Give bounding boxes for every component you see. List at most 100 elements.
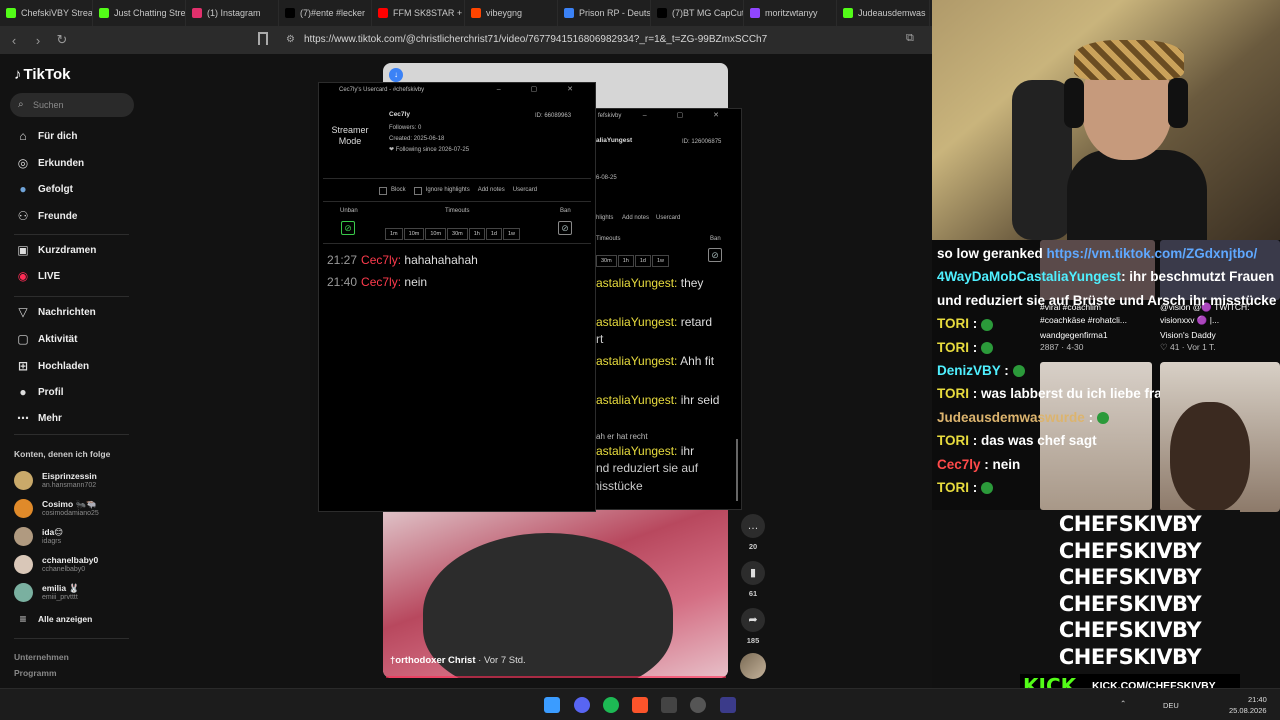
timeout-1d-button[interactable]: 1d: [485, 228, 502, 240]
spotify-icon[interactable]: [603, 697, 619, 713]
usercard-window[interactable]: Cec7ly's Usercard - #chefskivby – ▢ ✕ St…: [318, 82, 596, 512]
followed-account[interactable]: Cosimo 🐜🐃 cosimodamiano25: [14, 497, 99, 519]
followed-account[interactable]: ida😊 idagrs: [14, 525, 63, 547]
unban-icon[interactable]: ⊘: [341, 221, 355, 235]
followed-account[interactable]: emilia 🐰 emiii_prvtttt: [14, 581, 79, 603]
usercard-button[interactable]: Usercard: [656, 213, 680, 224]
brave-icon[interactable]: [632, 697, 648, 713]
app-icon[interactable]: [720, 697, 736, 713]
browser-tab[interactable]: ChefskiVBY Strea: [0, 0, 93, 26]
scrollbar[interactable]: [736, 439, 738, 501]
browser-tab[interactable]: vibeygng: [465, 0, 558, 26]
video-author[interactable]: †orthodoxer Christ · Vor 7 Std.: [390, 655, 526, 666]
message-time: 21:27: [327, 253, 358, 267]
message-text: hahahahahah: [404, 253, 478, 267]
chat-message: astaliaYungest: ihr nd reduziert sie auf: [596, 443, 698, 477]
footer-link[interactable]: Programm: [14, 668, 57, 678]
ignore-highlights-checkbox[interactable]: [413, 186, 422, 195]
nav-item-4[interactable]: ▣ Kurzdramen: [14, 240, 96, 260]
window-controls[interactable]: – ▢ ✕: [643, 109, 733, 123]
bookmark-icon[interactable]: [258, 32, 268, 45]
ban-icon[interactable]: ⊘: [558, 221, 572, 235]
forward-icon[interactable]: ›: [28, 33, 48, 48]
share-button[interactable]: ➦ 185: [739, 608, 767, 645]
avatar: [14, 498, 33, 518]
nav-item-label: Aktivität: [38, 333, 78, 345]
translate-icon[interactable]: ⧉: [906, 32, 914, 45]
followed-account[interactable]: cchanelbaby0 cchanelbaby0: [14, 553, 98, 575]
timeout-10m-button[interactable]: 10m: [403, 228, 425, 240]
timeout-1w-button[interactable]: 1w: [503, 228, 521, 240]
message-user: astaliaYungest:: [596, 315, 678, 329]
obs-icon[interactable]: [690, 697, 706, 713]
add-notes-button[interactable]: Add notes: [622, 213, 649, 224]
nav-item-1[interactable]: ◎ Erkunden: [14, 153, 84, 173]
overlay-chat-text: : ihr beschmutzt Frauen: [1121, 269, 1275, 285]
timeout-30m-button[interactable]: 30m: [596, 255, 617, 267]
browser-tab[interactable]: FFM SK8STAR +: [372, 0, 465, 26]
video-progress-bar[interactable]: [386, 676, 726, 678]
tab-favicon-icon: [657, 8, 667, 18]
block-checkbox[interactable]: [379, 186, 387, 195]
tray-chevron-icon[interactable]: ⌃: [1120, 699, 1126, 708]
browser-tab[interactable]: Just Chatting Stre: [93, 0, 186, 26]
promo-text: CHEFSKIVBY: [1058, 538, 1202, 563]
site-info-icon[interactable]: ⚙: [286, 30, 295, 50]
comment-button[interactable]: … 20: [739, 514, 767, 551]
overlay-chat-link[interactable]: https://vm.tiktok.com/ZGdxnjtbo/: [1047, 246, 1258, 261]
thumbnail-caption: wandgegenfirma1: [1040, 330, 1108, 340]
nav-item-0[interactable]: ⌂ Für dich: [14, 126, 77, 146]
sound-avatar[interactable]: [740, 653, 766, 679]
promo-text: CHEFSKIVBY: [1058, 591, 1202, 616]
timeout-1d-button[interactable]: 1d: [634, 255, 651, 267]
search-input[interactable]: ⌕ Suchen: [10, 93, 134, 117]
timeout-30m-button[interactable]: 30m: [447, 228, 468, 240]
nav-item-7[interactable]: ▢ Aktivität: [14, 329, 77, 349]
tab-favicon-icon: [285, 8, 295, 18]
nav-item-2[interactable]: ● Gefolgt: [14, 179, 73, 199]
ignore-highlights-label[interactable]: hlights: [596, 213, 613, 224]
browser-tab[interactable]: moritzwtanyy: [744, 0, 837, 26]
timeout-1h-button[interactable]: 1h: [468, 228, 485, 240]
clock-time[interactable]: 21:40: [1248, 695, 1267, 704]
chatterino-icon[interactable]: [661, 697, 677, 713]
reload-icon[interactable]: ↻: [52, 32, 72, 48]
overlay-chat-line: und reduziert sie auf Brüste und Arsch i…: [937, 293, 1276, 308]
nav-item-8[interactable]: ⊞ Hochladen: [14, 356, 89, 376]
timeout-1m-button[interactable]: 1m: [385, 228, 403, 240]
nav-item-5[interactable]: ◉ LIVE: [14, 266, 60, 286]
browser-tab[interactable]: (7)BT MG CapCut: [651, 0, 744, 26]
browser-tab[interactable]: (7)#ente #lecker: [279, 0, 372, 26]
account-name: cchanelbaby0: [42, 554, 99, 565]
language-indicator[interactable]: DEU: [1163, 701, 1179, 710]
followed-account[interactable]: Eisprinzessin an.hansmann702: [14, 469, 97, 491]
nav-item-3[interactable]: ⚇ Freunde: [14, 206, 78, 226]
save-button[interactable]: ▮ 61: [739, 561, 767, 598]
nav-item-9[interactable]: ● Profil: [14, 382, 63, 402]
window-controls[interactable]: – ▢ ✕: [497, 83, 587, 97]
clock-date[interactable]: 25.08.2026: [1229, 706, 1267, 715]
see-all-link[interactable]: ≡ Alle anzeigen: [14, 609, 92, 629]
messages-icon: ▽: [18, 305, 28, 319]
windows-start-icon[interactable]: [544, 697, 560, 713]
footer-link[interactable]: Unternehmen: [14, 652, 69, 662]
thumbnail-caption: ♡ 41 · Vor 1 T.: [1160, 342, 1216, 352]
thumbnail-caption: Vision's Daddy: [1160, 330, 1216, 340]
timeout-1h-button[interactable]: 1h: [617, 255, 634, 267]
back-icon[interactable]: ‹: [4, 33, 24, 48]
tiktok-logo[interactable]: ♪ TikTok: [14, 66, 70, 83]
usercard-button[interactable]: Usercard: [513, 185, 537, 196]
browser-tab[interactable]: (1) Instagram: [186, 0, 279, 26]
ban-icon[interactable]: ⊘: [708, 248, 722, 262]
download-icon[interactable]: ↓: [389, 68, 403, 82]
discord-icon[interactable]: [574, 697, 590, 713]
timeout-10m-button[interactable]: 10m: [425, 228, 447, 240]
browser-tab[interactable]: Judeausdemwas: [837, 0, 930, 26]
url-field[interactable]: ⚙ https://www.tiktok.com/@christlicherch…: [280, 30, 890, 50]
timeout-1w-button[interactable]: 1w: [651, 255, 669, 267]
timeouts-label: Timeouts: [445, 208, 470, 214]
nav-item-10[interactable]: ⋯ Mehr: [14, 408, 62, 428]
add-notes-button[interactable]: Add notes: [478, 185, 505, 196]
nav-item-6[interactable]: ▽ Nachrichten: [14, 302, 95, 322]
browser-tab[interactable]: Prison RP - Deutsc: [558, 0, 651, 26]
